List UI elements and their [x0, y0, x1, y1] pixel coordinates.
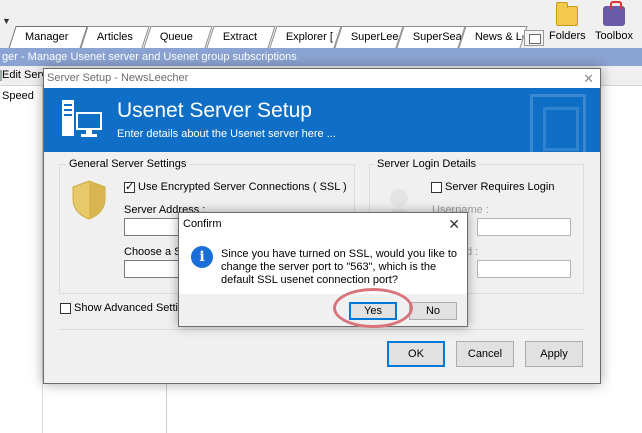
toolbox-label: Toolbox: [595, 30, 633, 42]
ssl-checkbox[interactable]: [124, 180, 135, 193]
server-address-input[interactable]: [124, 218, 180, 236]
ok-button[interactable]: OK: [387, 341, 445, 367]
edit-server-button[interactable]: Edit Serv: [2, 69, 47, 81]
cancel-button[interactable]: Cancel: [456, 341, 514, 367]
tab-articles[interactable]: Articles: [80, 26, 150, 48]
login-details-label: Server Login Details: [374, 158, 480, 170]
new-tab-icon[interactable]: [524, 30, 544, 46]
confirm-title: Confirm: [183, 218, 222, 230]
folder-icon: [556, 2, 578, 26]
choose-server-input[interactable]: [124, 260, 180, 278]
setup-close-icon[interactable]: ✕: [583, 69, 594, 88]
requires-login-checkbox[interactable]: [431, 182, 442, 193]
button-separator: [59, 329, 584, 330]
general-settings-label: General Server Settings: [66, 158, 190, 170]
folders-button[interactable]: Folders: [549, 2, 586, 42]
username-input[interactable]: [477, 218, 571, 236]
toolbox-button[interactable]: Toolbox: [594, 1, 634, 42]
speed-column-header[interactable]: Speed: [2, 90, 34, 102]
advanced-settings-checkbox[interactable]: [60, 303, 71, 314]
shield-icon: [72, 180, 106, 220]
confirm-message: Since you have turned on SSL, would you …: [221, 248, 458, 286]
confirm-close-icon[interactable]: ✕: [448, 213, 460, 236]
setup-window-title: Server Setup - NewsLeecher: [47, 72, 189, 84]
tab-supersearch[interactable]: SuperSearch: [396, 26, 466, 48]
tab-bar: ▼ Manager Articles Queue Extract Explore…: [0, 0, 642, 49]
no-button[interactable]: No: [409, 302, 457, 320]
info-icon: i: [191, 246, 213, 268]
toolbox-icon: [603, 1, 625, 26]
confirm-dialog: Confirm ✕ i Since you have turned on SSL…: [178, 212, 468, 327]
tab-queue[interactable]: Queue: [143, 26, 213, 48]
requires-login-label: Server Requires Login: [445, 181, 555, 193]
password-input[interactable]: [477, 260, 571, 278]
tab-manager[interactable]: Manager: [8, 26, 88, 49]
setup-titlebar[interactable]: Server Setup - NewsLeecher ✕: [44, 69, 600, 88]
banner-subtitle: Enter details about the Usenet server he…: [117, 128, 336, 140]
banner-watermark: [530, 94, 586, 152]
confirm-body: i Since you have turned on SSL, would yo…: [179, 236, 467, 294]
ssl-label: Use Encrypted Server Connections ( SSL ): [138, 181, 347, 193]
folders-label: Folders: [549, 30, 586, 42]
pane-divider-lower: [166, 380, 167, 433]
yes-button[interactable]: Yes: [349, 302, 397, 320]
menu-dropdown-icon[interactable]: ▼: [2, 16, 11, 26]
confirm-titlebar[interactable]: Confirm ✕: [179, 213, 467, 236]
tab-extract[interactable]: Extract: [206, 26, 276, 48]
setup-banner: Usenet Server Setup Enter details about …: [44, 88, 600, 152]
apply-button[interactable]: Apply: [525, 341, 583, 367]
banner-title: Usenet Server Setup: [117, 99, 312, 122]
tab-explorer[interactable]: Explorer [ ?: [269, 26, 342, 48]
manager-subheader: ger - Manage Usenet server and Usenet gr…: [0, 48, 642, 66]
tab-superleech[interactable]: SuperLeech: [334, 26, 404, 48]
server-computer-icon: [62, 100, 102, 137]
tab-news[interactable]: News & Lo: [458, 26, 528, 48]
